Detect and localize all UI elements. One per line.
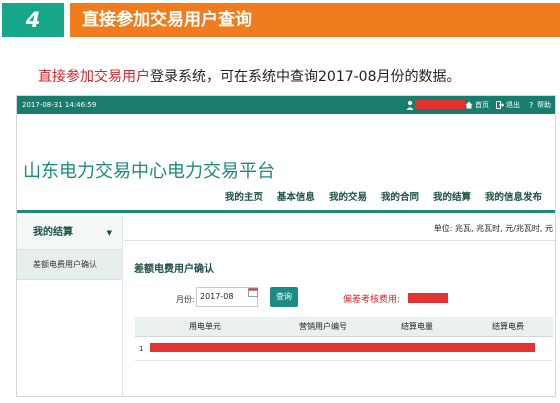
caret-down-icon: ▼ — [106, 229, 112, 237]
table-header: 用电单元 营销用户编号 结算电量 结算电费 — [135, 317, 553, 337]
top-bar: 2017-08-31 14:46:59 首页 退出 ? 帮助 — [17, 96, 555, 114]
nav-my-home[interactable]: 我的主页 — [218, 189, 270, 207]
nav-divider — [17, 210, 555, 213]
results-table: 用电单元 营销用户编号 结算电量 结算电费 1 — [135, 317, 553, 361]
logout-link[interactable]: 退出 — [496, 100, 520, 110]
redacted-row-content — [150, 343, 535, 352]
column-header: 营销用户编号 — [299, 322, 347, 331]
nav-basic-info[interactable]: 基本信息 — [270, 189, 322, 207]
content-panel: 单位: 兆瓦, 兆瓦时, 元/兆瓦时, 元 差额电费用户确认 月份: 2017-… — [124, 216, 555, 396]
step-number-badge: 4 — [2, 3, 64, 37]
home-icon — [465, 101, 473, 109]
column-header: 结算电费 — [492, 322, 524, 331]
nav-my-info-publish[interactable]: 我的信息发布 — [478, 189, 549, 207]
redacted-username — [415, 100, 465, 109]
redacted-fee-value — [408, 293, 448, 303]
sidebar-item-difference-fee-confirm[interactable]: 差额电费用户确认 — [17, 250, 122, 280]
help-icon: ? — [529, 101, 533, 109]
help-label: 帮助 — [537, 101, 551, 109]
column-header: 结算电量 — [401, 322, 433, 331]
column-header: 用电单元 — [189, 322, 221, 331]
home-label: 首页 — [475, 101, 489, 109]
month-label: 月份: — [176, 295, 195, 304]
table-row[interactable]: 1 — [135, 337, 553, 361]
brand-title: 山东电力交易中心电力交易平台 — [23, 161, 275, 182]
main-nav: 我的主页 基本信息 我的交易 我的合同 我的结算 我的信息发布 — [218, 189, 549, 207]
sidebar: 我的结算 ▼ 差额电费用户确认 — [17, 216, 123, 396]
units-note: 单位: 兆瓦, 兆瓦时, 元/兆瓦时, 元 — [433, 224, 553, 233]
slide-header: 4 直接参加交易用户查询 — [0, 3, 560, 37]
home-link[interactable]: 首页 — [465, 100, 489, 110]
datetime: 2017-08-31 14:46:59 — [22, 101, 97, 109]
nav-my-trading[interactable]: 我的交易 — [322, 189, 374, 207]
nav-my-settlement[interactable]: 我的结算 — [426, 189, 478, 207]
help-link[interactable]: ? 帮助 — [527, 100, 551, 110]
app-screenshot: 2017-08-31 14:46:59 首页 退出 ? 帮助 山东电力交易中心电… — [16, 95, 556, 397]
row-index: 1 — [139, 345, 144, 353]
intro-text: 直接参加交易用户登录系统，可在系统中查询2017-08月份的数据。 — [38, 66, 461, 86]
intro-highlight: 直接参加交易用户 — [38, 69, 150, 85]
nav-my-contracts[interactable]: 我的合同 — [374, 189, 426, 207]
intro-rest: 登录系统，可在系统中查询2017-08月份的数据。 — [150, 69, 461, 85]
query-button[interactable]: 查询 — [270, 287, 298, 307]
sidebar-header[interactable]: 我的结算 ▼ — [17, 216, 122, 250]
logout-icon — [496, 101, 504, 109]
section-title: 差额电费用户确认 — [134, 264, 214, 275]
calendar-icon[interactable] — [248, 287, 258, 297]
user-icon — [406, 100, 414, 110]
slide-title: 直接参加交易用户查询 — [70, 3, 560, 37]
deviation-fee-label: 偏差考核费用: — [343, 295, 401, 305]
logout-label: 退出 — [506, 101, 520, 109]
svg-text:?: ? — [529, 101, 533, 109]
divider — [124, 240, 555, 241]
sidebar-header-label: 我的结算 — [33, 227, 73, 238]
